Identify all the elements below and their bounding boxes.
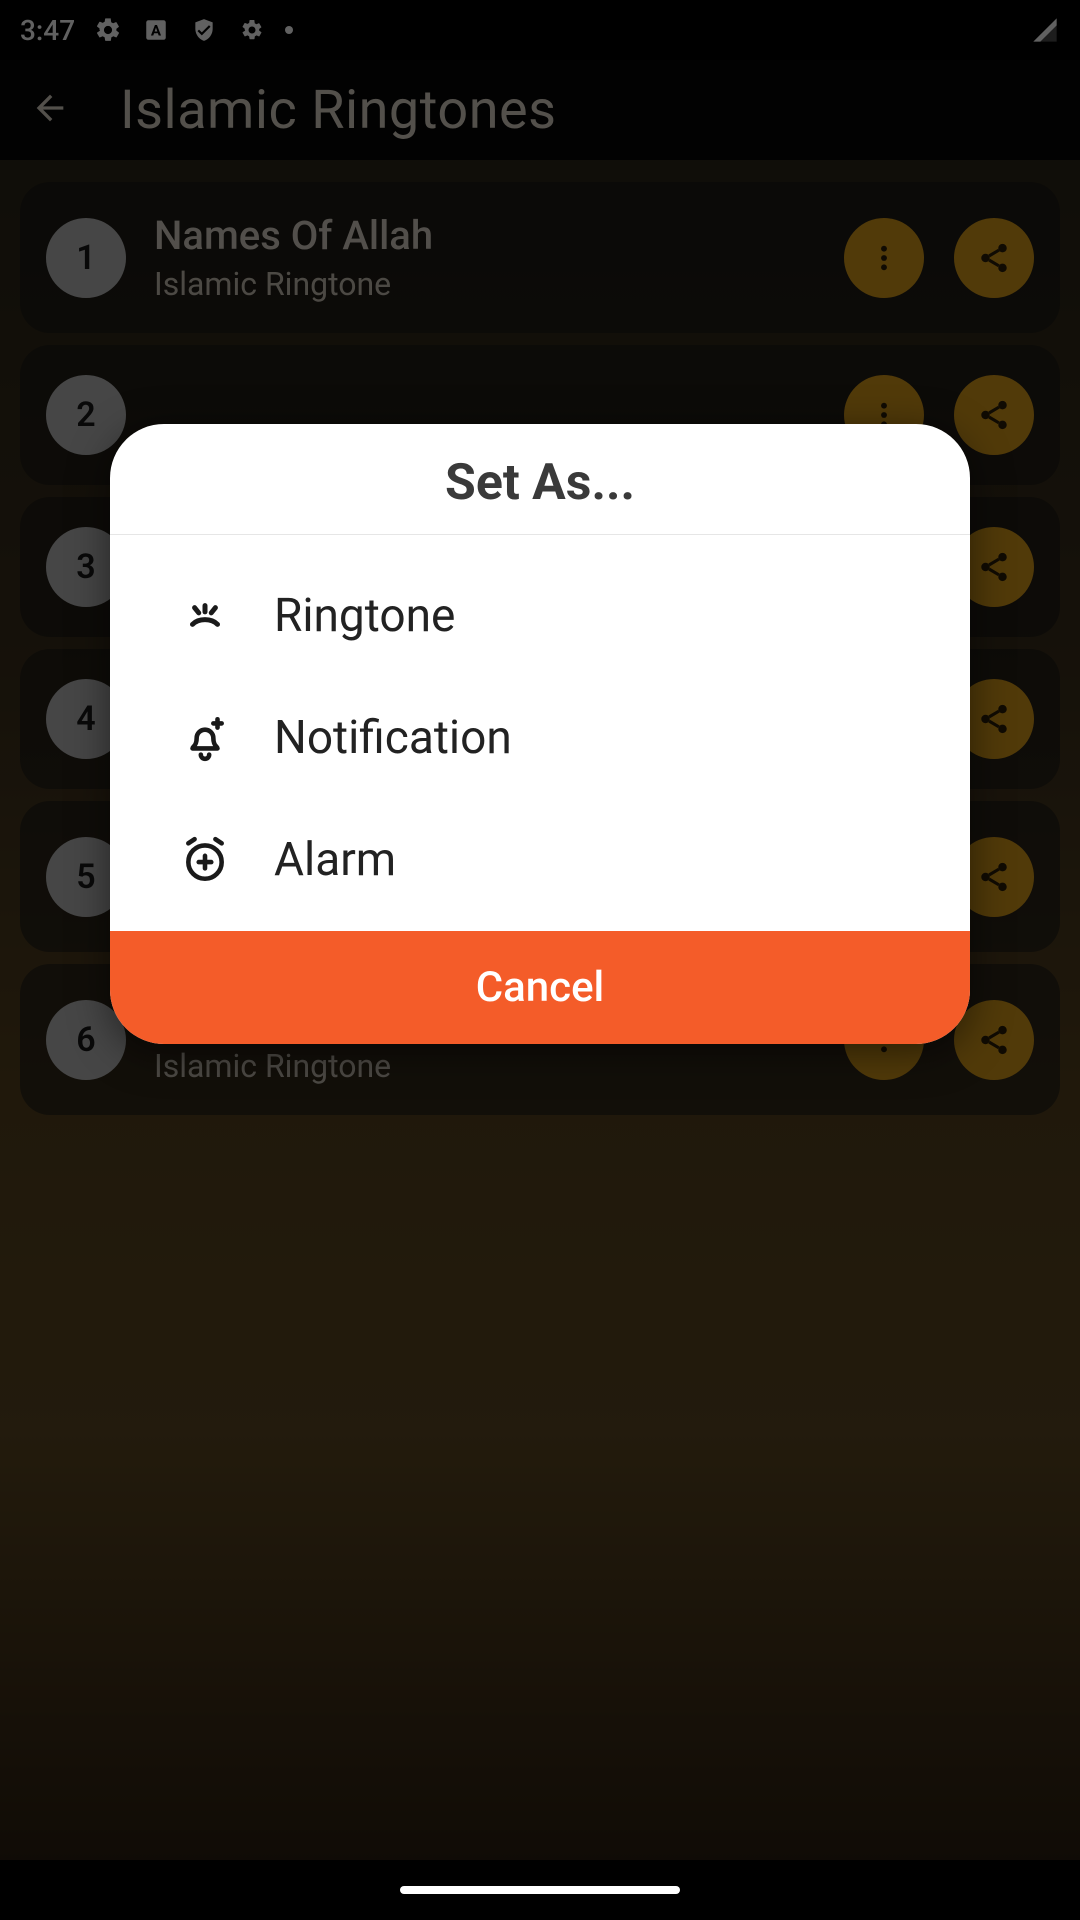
option-notification[interactable]: Notification <box>110 677 970 799</box>
option-ringtone[interactable]: Ringtone <box>110 555 970 677</box>
cancel-button[interactable]: Cancel <box>110 931 970 1044</box>
gesture-pill[interactable] <box>400 1886 680 1894</box>
notification-icon <box>180 713 230 763</box>
gesture-nav-bar <box>0 1860 1080 1920</box>
option-label: Alarm <box>274 833 396 887</box>
set-as-dialog: Set As... Ringtone <box>110 424 970 1044</box>
dialog-options: Ringtone Notification <box>110 535 970 931</box>
option-alarm[interactable]: Alarm <box>110 799 970 921</box>
dialog-title: Set As... <box>110 424 970 535</box>
ringtone-icon <box>180 591 230 641</box>
option-label: Ringtone <box>274 589 455 643</box>
alarm-icon <box>180 835 230 885</box>
option-label: Notification <box>274 711 512 765</box>
